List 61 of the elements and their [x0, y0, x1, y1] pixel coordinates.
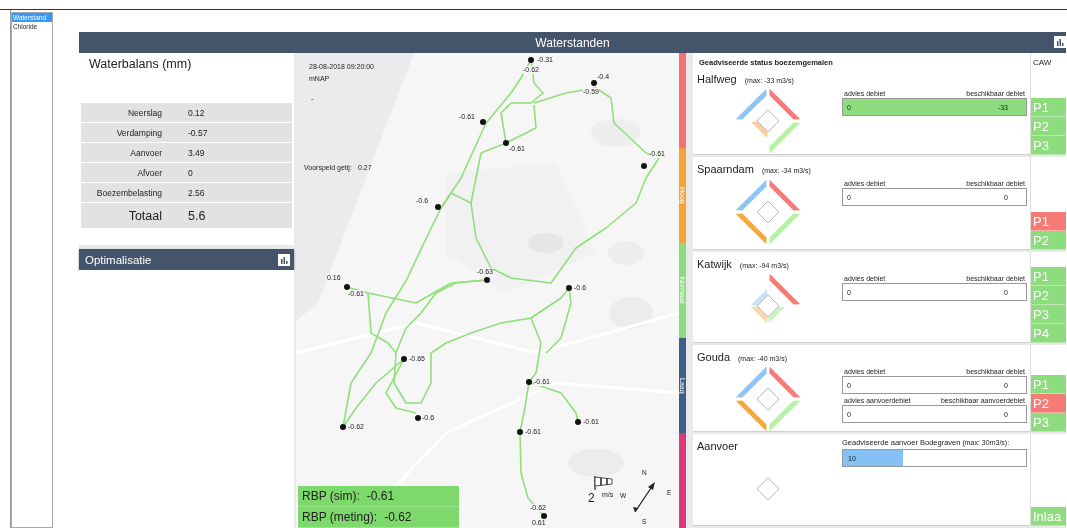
dashboard-title: Waterstanden [535, 35, 610, 50]
station-name: Aanvoer [697, 440, 738, 452]
row-label: Boezembelasting [95, 187, 162, 198]
total-value: 5.6 [188, 208, 206, 223]
bar-chart-icon[interactable] [278, 253, 290, 266]
total-label: Totaal [127, 208, 162, 223]
gauge-dot[interactable] [401, 356, 407, 362]
rbp-value: -0.61 [366, 489, 395, 503]
row-value: 0 [188, 167, 193, 178]
gauge-dot[interactable] [503, 140, 509, 146]
pump-badge: P2 [1031, 231, 1066, 250]
gauge-dot[interactable] [541, 513, 547, 519]
panel-title: Optimalisatie [85, 253, 152, 266]
gauge-dot[interactable] [575, 419, 581, 425]
station-name: Spaarndam [697, 163, 754, 175]
status-diamond-drawing [750, 273, 800, 324]
gauge-dot[interactable] [528, 57, 534, 63]
pump-badge: Inlaa [1031, 507, 1066, 526]
gauge-dot[interactable] [517, 429, 523, 435]
pump-badge: P3 [1031, 305, 1066, 324]
row-label: Afvoer [136, 167, 162, 178]
pump-badge: P2 [1031, 117, 1066, 136]
station-name: Halfweg [697, 73, 737, 85]
station-name: Gouda [697, 351, 731, 363]
pump-badge: P1 [1031, 212, 1066, 231]
pump-badge: P1 [1031, 375, 1066, 394]
column-header: CAW [1033, 58, 1052, 67]
gauge-dot[interactable] [415, 415, 421, 421]
pump-badge: P1 [1031, 267, 1066, 286]
pump-badge: P3 [1031, 413, 1066, 432]
rbp-value: -0.62 [384, 510, 412, 524]
windsock-icon [594, 476, 614, 490]
row-value: 0.12 [188, 107, 205, 118]
gauge-dot[interactable] [344, 284, 350, 290]
pump-badge: P1 [1031, 98, 1066, 117]
bar-chart-icon[interactable] [1054, 36, 1066, 48]
row-label: Verdamping [115, 127, 162, 138]
card-title: Waterbalans (mm) [88, 56, 193, 73]
pump-badge: P3 [1031, 136, 1066, 155]
gauge-dot[interactable] [435, 204, 441, 210]
pump-badge: P4 [1031, 324, 1066, 343]
rbp-label: RBP (meting): [302, 510, 378, 524]
status-diamond-drawing [756, 477, 779, 500]
gauge-dot[interactable] [340, 424, 346, 430]
pump-badge: P2 [1031, 394, 1066, 413]
gauge-dot[interactable] [566, 285, 572, 291]
wind-speed: 2 [588, 491, 595, 505]
pump-badge: P2 [1031, 286, 1066, 305]
gauge-dot[interactable] [641, 163, 647, 169]
gauge-dot[interactable] [526, 379, 532, 385]
gauge-dot[interactable] [484, 277, 490, 283]
row-value: 3.49 [188, 147, 205, 158]
row-value: -0.57 [188, 127, 208, 138]
rbp-label: RBP (sim): [302, 489, 360, 503]
row-label: Aanvoer [129, 147, 162, 158]
row-value: 2.56 [188, 187, 205, 198]
gauge-dot[interactable] [591, 80, 597, 86]
station-name: Katwijk [697, 258, 732, 270]
row-label: Neerslag [126, 107, 162, 118]
gauge-dot[interactable] [480, 119, 486, 125]
status-diamond-drawing [735, 179, 800, 245]
